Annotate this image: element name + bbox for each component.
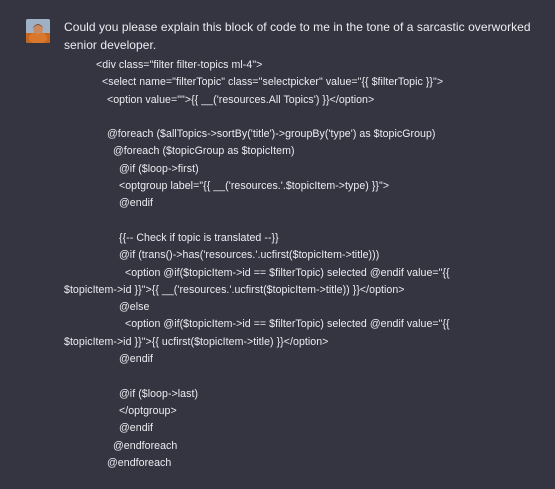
code-line: <optgroup label="{{ __('resources.'.$top… — [119, 180, 390, 193]
code-line: $topicItem->id }}">{{ ucfirst($topicItem… — [64, 335, 329, 348]
code-line: {{-- Check if topic is translated --}} — [119, 231, 279, 244]
code-line: $topicItem->id }}">{{ __('resources.'.uc… — [64, 283, 405, 296]
code-line: <div class="filter filter-topics ml-4"> — [96, 59, 263, 71]
code-block: <div class="filter filter-topics ml-4"> … — [64, 57, 534, 472]
code-line: @else — [119, 301, 150, 314]
code-line: <option @if($topicItem->id == $filterTop… — [125, 318, 450, 331]
code-line: @if ($loop->first) — [119, 162, 199, 175]
message-body: Could you please explain this block of c… — [64, 18, 534, 472]
chat-message: Could you please explain this block of c… — [0, 0, 555, 489]
code-line: @foreach ($topicGroup as $topicItem) — [113, 145, 295, 158]
user-avatar — [26, 19, 50, 43]
code-line: @endif — [119, 353, 154, 366]
prompt-line: Could you please explain this block of c… — [64, 20, 531, 34]
code-line: @endforeach — [113, 439, 178, 452]
code-line: <select name="filterTopic" class="select… — [102, 76, 444, 89]
code-line: @endif — [119, 422, 154, 435]
code-line: @if ($loop->last) — [119, 387, 199, 400]
code-line: @foreach ($allTopics->sortBy('title')->g… — [107, 128, 436, 141]
code-line: @if (trans()->has('resources.'.ucfirst($… — [119, 249, 380, 262]
code-line: @endforeach — [107, 456, 172, 469]
code-line: <option value="">{{ __('resources.All To… — [107, 93, 375, 106]
code-line: <option @if($topicItem->id == $filterTop… — [125, 266, 450, 279]
prompt-text: Could you please explain this block of c… — [64, 18, 534, 54]
code-line: </optgroup> — [119, 404, 177, 417]
code-line: @endif — [119, 197, 154, 210]
prompt-line: senior developer. — [64, 38, 157, 52]
